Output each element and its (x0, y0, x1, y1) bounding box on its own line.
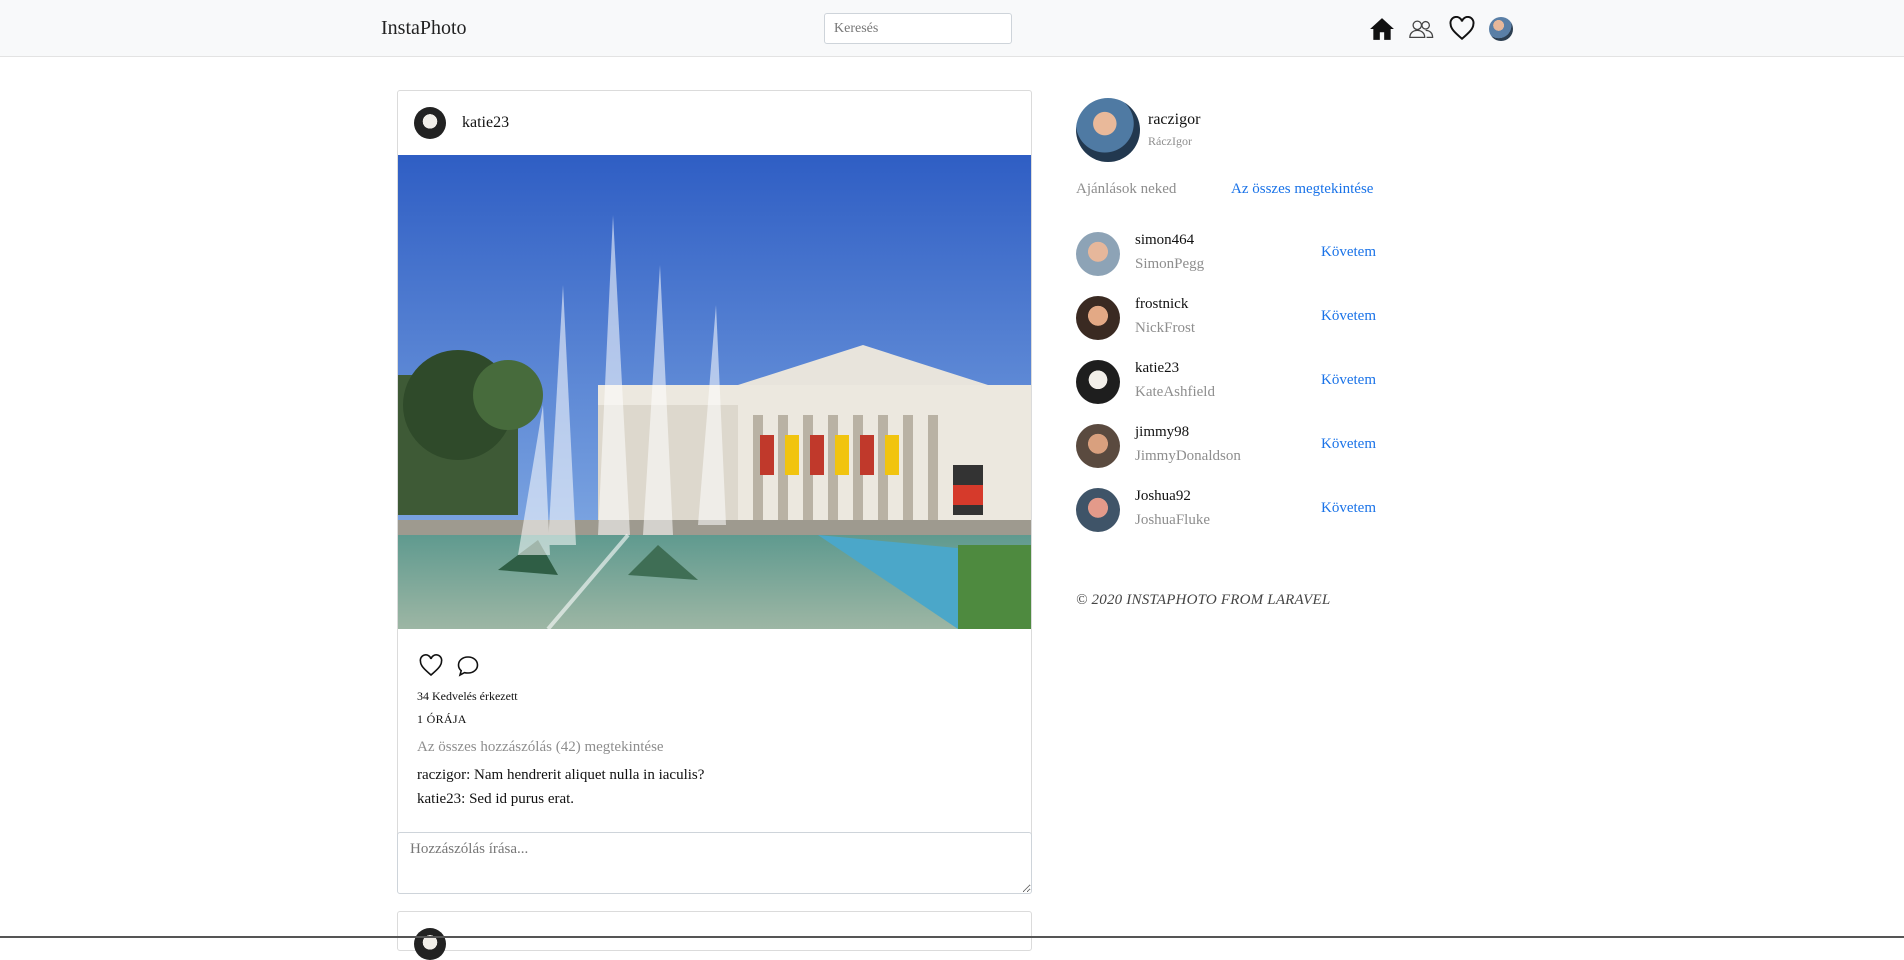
avatar[interactable] (1076, 296, 1120, 340)
see-all-link[interactable]: Az összes megtekintése (1231, 181, 1373, 198)
top-navbar: InstaPhoto (0, 0, 1904, 57)
avatar[interactable] (414, 107, 446, 139)
suggestion-username[interactable]: frostnick (1135, 296, 1188, 313)
comment-bubble-icon[interactable] (455, 654, 481, 678)
heart-icon[interactable] (1449, 16, 1475, 42)
suggestion-name: NickFrost (1135, 320, 1195, 336)
photo-image (398, 155, 1031, 629)
comment-item: katie23: Sed id purus erat. (417, 791, 574, 808)
post-header: katie23 (398, 91, 1031, 155)
suggestion-username[interactable]: simon464 (1135, 232, 1194, 249)
post-photo[interactable] (398, 155, 1031, 629)
avatar[interactable] (414, 928, 446, 960)
footer-copyright: © 2020 INSTAPHOTO FROM LARAVEL (1076, 592, 1331, 608)
suggestion-name: KateAshfield (1135, 384, 1215, 400)
users-icon[interactable] (1408, 16, 1434, 42)
comment-user[interactable]: katie23 (417, 791, 461, 807)
follow-button[interactable]: Követem (1321, 372, 1376, 389)
comment-text: : Nam hendrerit aliquet nulla in iaculis… (466, 767, 705, 783)
suggestions-title: Ajánlások neked (1076, 181, 1177, 197)
avatar[interactable] (1076, 424, 1120, 468)
follow-button[interactable]: Követem (1321, 436, 1376, 453)
likes-count: 34 Kedvelés érkezett (417, 689, 518, 703)
search-input[interactable] (824, 13, 1012, 44)
avatar[interactable] (1076, 232, 1120, 276)
comment-text: : Sed id purus erat. (461, 791, 575, 807)
suggestion-username[interactable]: katie23 (1135, 360, 1179, 377)
home-icon[interactable] (1369, 16, 1395, 42)
current-username[interactable]: raczigor (1148, 111, 1200, 129)
comment-user[interactable]: raczigor (417, 767, 466, 783)
avatar[interactable] (1076, 488, 1120, 532)
current-fullname: RáczIgor (1148, 134, 1192, 148)
suggestion-username[interactable]: Joshua92 (1135, 488, 1191, 505)
post-username[interactable]: katie23 (462, 114, 509, 132)
follow-button[interactable]: Követem (1321, 500, 1376, 517)
post-time: 1 ÓRÁJA (417, 712, 467, 726)
next-post-card (397, 911, 1032, 960)
suggestion-name: JoshuaFluke (1135, 512, 1210, 528)
brand-logo[interactable]: InstaPhoto (381, 17, 467, 40)
current-user-avatar[interactable] (1076, 98, 1140, 162)
view-all-comments-link[interactable]: Az összes hozzászólás (42) megtekintése (417, 739, 664, 756)
suggestion-username[interactable]: jimmy98 (1135, 424, 1189, 441)
profile-avatar[interactable] (1489, 17, 1513, 41)
avatar[interactable] (1076, 360, 1120, 404)
suggestion-name: SimonPegg (1135, 256, 1205, 272)
comment-item: raczigor: Nam hendrerit aliquet nulla in… (417, 767, 704, 784)
like-heart-icon[interactable] (418, 654, 444, 678)
follow-button[interactable]: Követem (1321, 308, 1376, 325)
comment-input[interactable] (397, 832, 1032, 894)
follow-button[interactable]: Követem (1321, 244, 1376, 261)
post-card: katie23 34 Kedvelés érkezett 1 ÓRÁJA Az … (397, 90, 1032, 894)
suggestion-name: JimmyDonaldson (1135, 448, 1241, 464)
